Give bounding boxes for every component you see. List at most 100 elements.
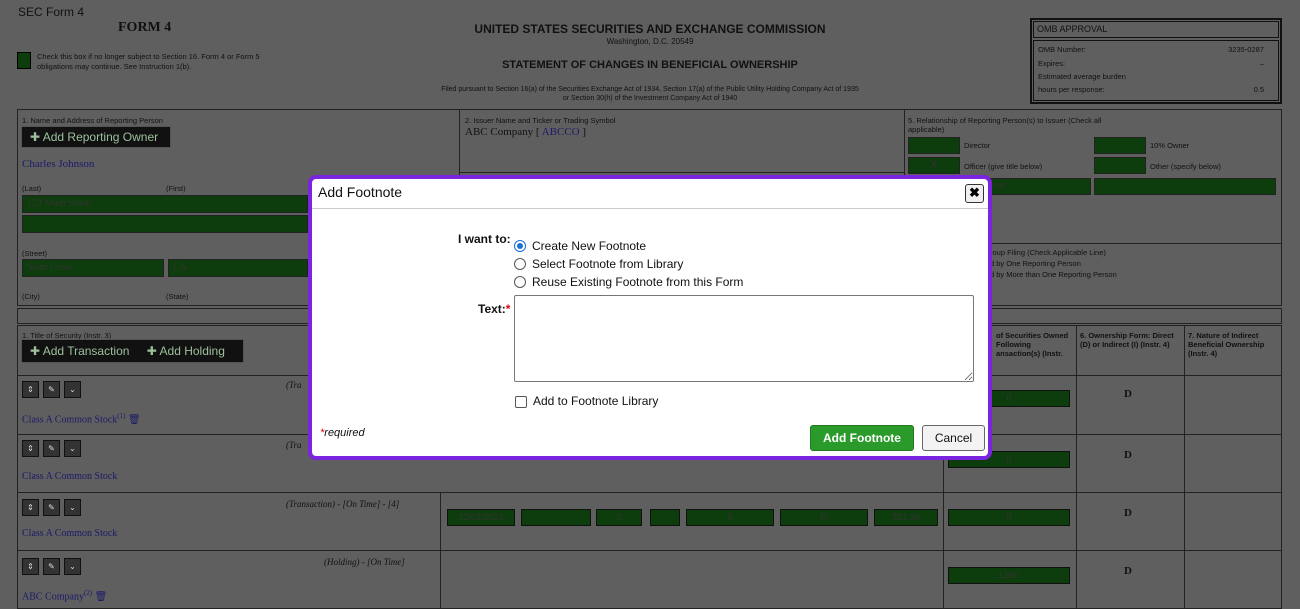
officer-checkbox[interactable]: X <box>908 157 960 174</box>
filed-note: Filed pursuant to Section 16(a) of the S… <box>441 86 859 102</box>
sec-form-label: SEC Form 4 <box>18 5 85 19</box>
chevron-down-icon[interactable]: ⌄ <box>64 440 81 457</box>
chevron-down-icon[interactable]: ⌄ <box>64 558 81 575</box>
row3-security[interactable]: Class A Common Stock <box>22 528 117 539</box>
trash-icon[interactable]: 🗑 <box>95 591 108 602</box>
divider <box>460 172 904 173</box>
row1-type: (Tra <box>286 380 302 390</box>
director-checkbox[interactable] <box>908 137 960 154</box>
row3-amount[interactable]: 0 <box>686 509 774 526</box>
chevron-down-icon[interactable]: ⌄ <box>64 381 81 398</box>
move-icon[interactable]: ⇕ <box>22 558 39 575</box>
edit-icon[interactable]: ✎ <box>43 440 60 457</box>
row4-type: (Holding) - [On Time] <box>324 557 405 567</box>
chevron-down-icon[interactable]: ⌄ <box>64 499 81 516</box>
row1-form: D <box>1124 388 1132 400</box>
other-checkbox[interactable] <box>1094 157 1146 174</box>
row1-security-link[interactable]: Class A Common Stock(1) 🗑 <box>22 412 141 425</box>
table-add-buttons: ✚ Add Transaction ✚ Add Holding <box>21 339 244 363</box>
row3-date[interactable]: 12/03/2021 <box>447 509 515 526</box>
divider <box>440 492 441 609</box>
omb-number-label: OMB Number: <box>1038 45 1086 54</box>
row3-type: (Transaction) - [On Time] - [4] <box>286 499 400 509</box>
omb-details: OMB Number: 3235-0287 Expires: – Estimated… <box>1033 40 1279 101</box>
edit-icon[interactable]: ✎ <box>43 558 60 575</box>
group-filing-one[interactable]: d by One Reporting Person <box>990 259 1081 268</box>
move-icon[interactable]: ⇕ <box>22 381 39 398</box>
footnote-text-area[interactable] <box>514 295 974 382</box>
row4-security-link[interactable]: ABC Company(2) 🗑 <box>22 589 107 602</box>
edit-icon[interactable]: ✎ <box>43 499 60 516</box>
ticker-link[interactable]: ABCCO <box>542 126 580 138</box>
owner-name-link[interactable]: Charles Johnson <box>22 158 94 170</box>
section5-label: 5. Relationship of Reporting Person(s) t… <box>908 116 1102 134</box>
ten-pct-owner-label: 10% Owner <box>1150 141 1190 150</box>
required-star: * <box>505 302 511 316</box>
omb-expires-value: – <box>1259 59 1264 68</box>
reuse-existing-label[interactable]: Reuse Existing Footnote from this Form <box>532 275 743 289</box>
add-to-library-label[interactable]: Add to Footnote Library <box>533 394 658 408</box>
city-input[interactable]: Saint Cross <box>22 259 164 277</box>
row4-form: D <box>1124 565 1132 577</box>
divider <box>943 460 944 609</box>
divider <box>17 550 1282 551</box>
group-filing-label: roup Filing (Check Applicable Line) <box>990 248 1106 257</box>
trash-icon[interactable]: 🗑 <box>128 414 141 425</box>
close-icon[interactable]: ✖ <box>965 184 984 203</box>
row4-footnote-ref[interactable]: (2) <box>84 589 92 597</box>
select-library-label[interactable]: Select Footnote from Library <box>532 257 683 271</box>
other-label: Other (specify below) <box>1150 162 1221 171</box>
row3-owned[interactable]: 0 <box>948 509 1070 526</box>
other-specify-input[interactable] <box>1094 178 1276 195</box>
ownership-form-header: 6. Ownership Form: Direct (D) or Indirec… <box>1080 331 1174 349</box>
street-input[interactable]: 123 Main Street <box>22 195 308 213</box>
state-input[interactable]: CA <box>168 259 308 277</box>
row3-code[interactable]: S <box>596 509 642 526</box>
create-new-radio[interactable] <box>514 240 526 252</box>
add-reporting-owner-button[interactable]: ✚ Add Reporting Owner <box>21 126 171 148</box>
ten-pct-owner-checkbox[interactable] <box>1094 137 1146 154</box>
divider <box>1184 325 1185 609</box>
row3-price[interactable]: $21.98 <box>874 509 938 526</box>
state-label: (State) <box>166 292 189 301</box>
director-label: Director <box>964 141 991 150</box>
add-footnote-dialog: Add Footnote ✖ I want to: Create New Foo… <box>308 175 992 460</box>
create-new-label[interactable]: Create New Footnote <box>532 239 646 253</box>
reuse-existing-radio[interactable] <box>514 276 526 288</box>
add-footnote-button[interactable]: Add Footnote <box>810 425 914 451</box>
form-title: FORM 4 <box>118 20 172 35</box>
text-label-text: Text: <box>478 302 506 316</box>
city-label: (City) <box>22 292 40 301</box>
row3-v[interactable] <box>650 509 680 526</box>
move-icon[interactable]: ⇕ <box>22 440 39 457</box>
move-icon[interactable]: ⇕ <box>22 499 39 516</box>
add-transaction-button[interactable]: ✚ Add Transaction <box>30 344 129 358</box>
omb-hours-label: hours per response: <box>1038 85 1105 94</box>
omb-hours-value: 0.5 <box>1253 85 1264 94</box>
row2-security[interactable]: Class A Common Stock <box>22 471 117 482</box>
row2-form: D <box>1124 449 1132 461</box>
edit-icon[interactable]: ✎ <box>43 381 60 398</box>
row1-footnote-ref[interactable]: (1) <box>117 412 125 420</box>
last-name-label: (Last) <box>22 184 42 193</box>
required-note-text: required <box>324 427 365 439</box>
group-filing-more[interactable]: d by More than One Reporting Person <box>990 270 1117 279</box>
row3-ad[interactable]: D <box>780 509 868 526</box>
cancel-button[interactable]: Cancel <box>922 425 985 451</box>
i-want-label: I want to: <box>458 232 511 246</box>
no-longer-subject-checkbox[interactable] <box>17 52 31 69</box>
securities-owned-header: of Securities Owned Following ansaction(… <box>996 331 1069 358</box>
select-library-radio[interactable] <box>514 258 526 270</box>
row4-owned[interactable]: 1,997 <box>948 567 1070 584</box>
omb-title: OMB APPROVAL <box>1033 21 1279 38</box>
text-label: Text:* <box>478 302 510 316</box>
statement-title: STATEMENT OF CHANGES IN BENEFICIAL OWNER… <box>502 59 798 71</box>
street-line2-input[interactable] <box>22 215 308 233</box>
dialog-divider <box>312 208 988 209</box>
omb-burden-label: Estimated average burden <box>1038 72 1126 81</box>
row3-blank[interactable] <box>521 509 591 526</box>
add-holding-button[interactable]: ✚ Add Holding <box>147 344 225 358</box>
row4-security[interactable]: ABC Company <box>22 591 84 602</box>
add-to-library-checkbox[interactable] <box>515 396 527 408</box>
row1-security[interactable]: Class A Common Stock <box>22 414 117 425</box>
